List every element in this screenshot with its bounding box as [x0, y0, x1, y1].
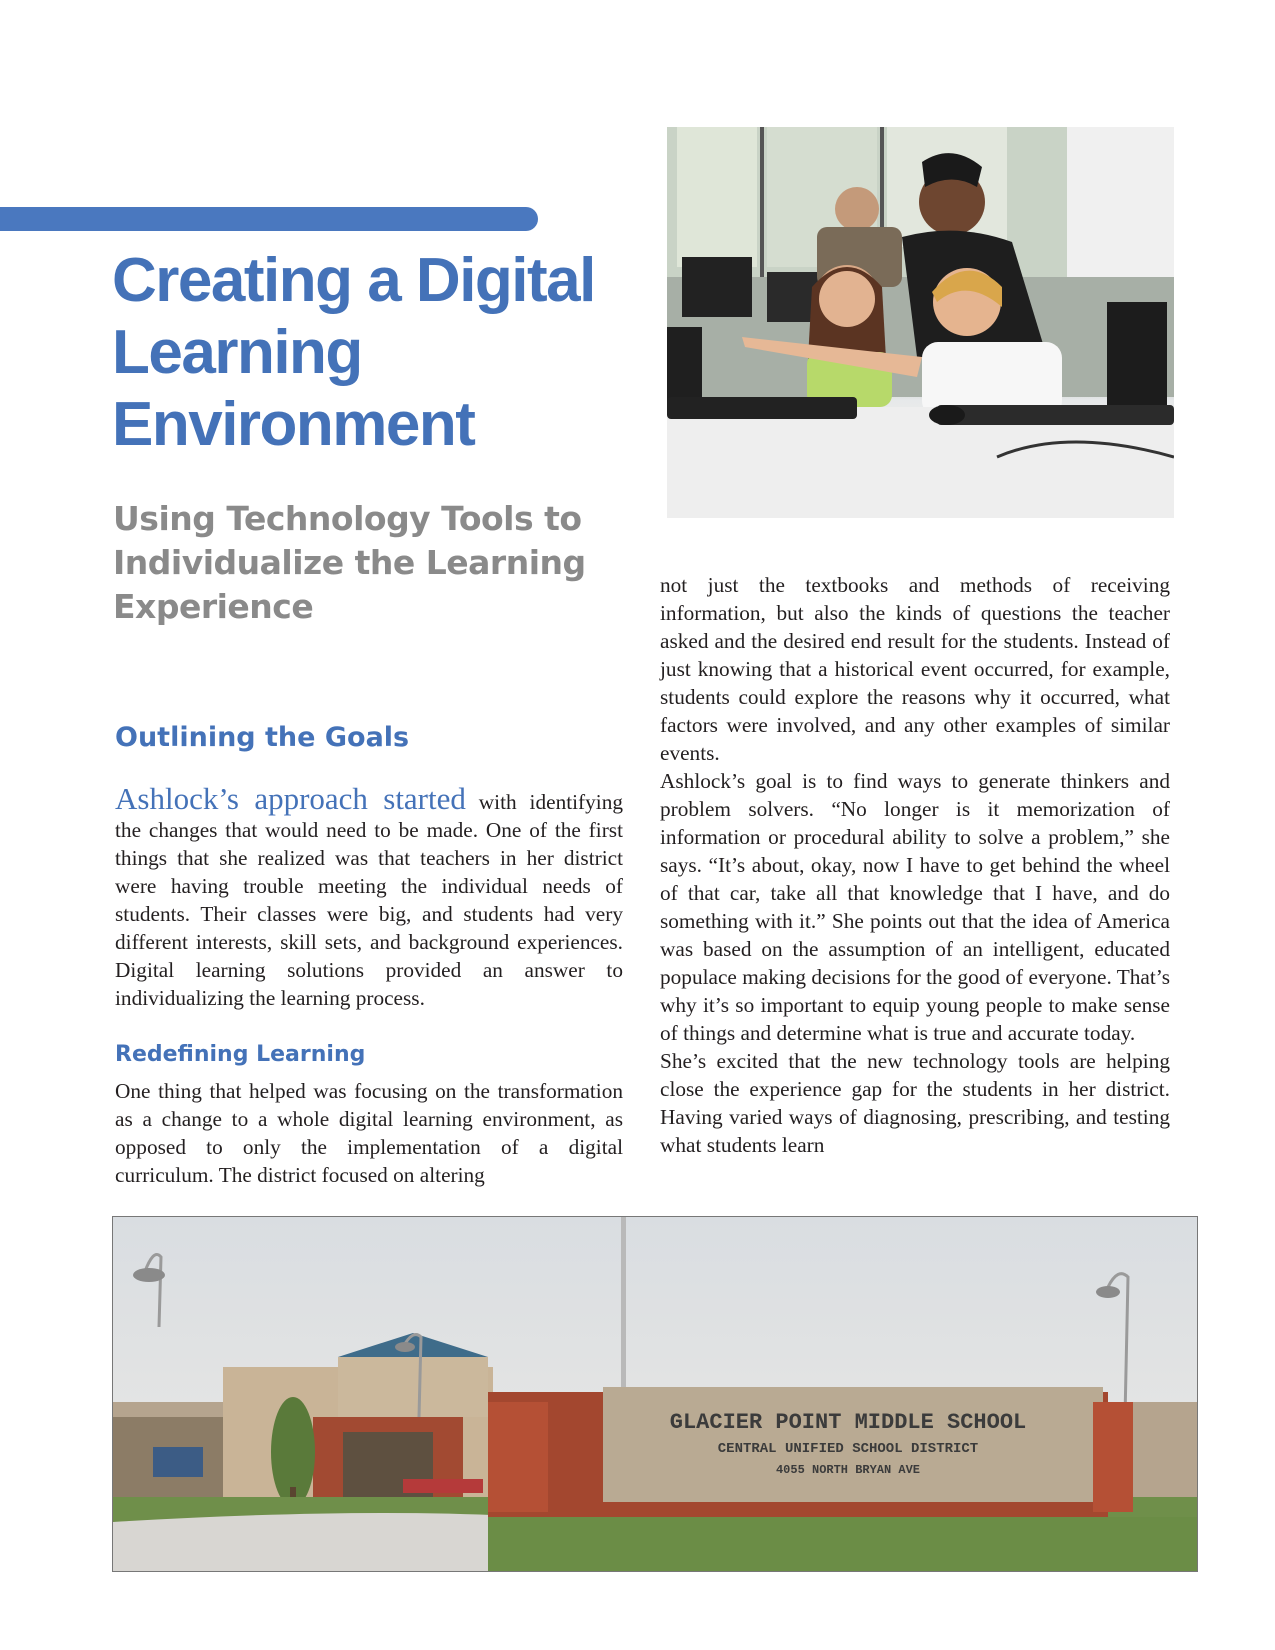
paragraph-text: with identifying the changes that would …: [115, 790, 624, 1010]
school-building-photo: GLACIER POINT MIDDLE SCHOOL CENTRAL UNIF…: [112, 1216, 1198, 1572]
paragraph-text: One thing that helped was focusing on th…: [115, 1079, 623, 1187]
page-title: Creating a Digital Learning Environment: [112, 246, 596, 459]
sign-line-2: CENTRAL UNIFIED SCHOOL DISTRICT: [718, 1441, 978, 1457]
sub-heading: Redefining Learning: [115, 1042, 366, 1067]
accent-bar: [0, 207, 538, 231]
paragraph-text: Ashlock’s goal is to find ways to genera…: [660, 769, 1171, 1045]
right-column: not just the textbooks and methods of re…: [660, 571, 1170, 1159]
left-column-paragraph: One thing that helped was focusing on th…: [115, 1077, 623, 1189]
paragraph-text: She’s excited that the new technology to…: [660, 1049, 1170, 1157]
sign-line-1: GLACIER POINT MIDDLE SCHOOL: [670, 1410, 1026, 1435]
sign-line-3: 4055 NORTH BRYAN AVE: [776, 1463, 920, 1477]
section-heading: Outlining the Goals: [115, 722, 410, 753]
classroom-photo: [667, 127, 1174, 518]
page-subtitle: Using Technology Tools to Individualize …: [113, 499, 586, 626]
paragraph-text: not just the textbooks and methods of re…: [660, 573, 1170, 765]
intro-paragraph: Ashlock’s approach started with identify…: [115, 783, 624, 1012]
lead-in-text: Ashlock’s approach started: [115, 781, 466, 816]
